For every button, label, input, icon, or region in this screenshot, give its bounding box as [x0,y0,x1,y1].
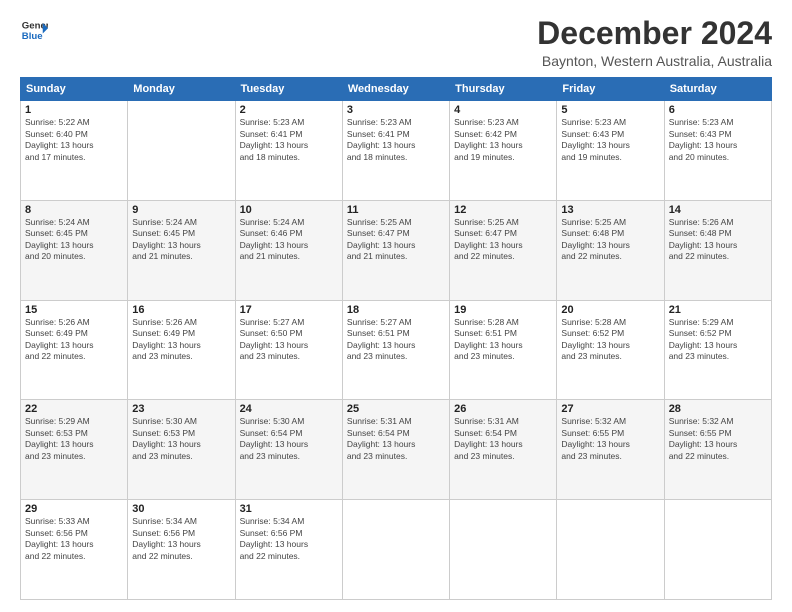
table-row: 10Sunrise: 5:24 AMSunset: 6:46 PMDayligh… [235,200,342,300]
table-row: 19Sunrise: 5:28 AMSunset: 6:51 PMDayligh… [450,300,557,400]
header-sunday: Sunday [21,78,128,101]
table-row: 13Sunrise: 5:25 AMSunset: 6:48 PMDayligh… [557,200,664,300]
table-row: 26Sunrise: 5:31 AMSunset: 6:54 PMDayligh… [450,400,557,500]
logo: General Blue [20,16,48,44]
svg-text:Blue: Blue [22,31,43,42]
table-row: 8Sunrise: 5:24 AMSunset: 6:45 PMDaylight… [21,200,128,300]
header-monday: Monday [128,78,235,101]
table-row: 21Sunrise: 5:29 AMSunset: 6:52 PMDayligh… [664,300,771,400]
header-saturday: Saturday [664,78,771,101]
main-title: December 2024 [537,16,772,51]
title-block: December 2024 Baynton, Western Australia… [537,16,772,69]
table-row [450,500,557,600]
table-row: 18Sunrise: 5:27 AMSunset: 6:51 PMDayligh… [342,300,449,400]
calendar-header-row: Sunday Monday Tuesday Wednesday Thursday… [21,78,772,101]
subtitle: Baynton, Western Australia, Australia [537,53,772,69]
table-row: 12Sunrise: 5:25 AMSunset: 6:47 PMDayligh… [450,200,557,300]
logo-icon: General Blue [20,16,48,44]
calendar-table: Sunday Monday Tuesday Wednesday Thursday… [20,77,772,600]
table-row [664,500,771,600]
table-row [128,101,235,201]
table-row [342,500,449,600]
table-row: 17Sunrise: 5:27 AMSunset: 6:50 PMDayligh… [235,300,342,400]
table-row: 22Sunrise: 5:29 AMSunset: 6:53 PMDayligh… [21,400,128,500]
table-row [557,500,664,600]
table-row: 9Sunrise: 5:24 AMSunset: 6:45 PMDaylight… [128,200,235,300]
table-row: 25Sunrise: 5:31 AMSunset: 6:54 PMDayligh… [342,400,449,500]
table-row: 29Sunrise: 5:33 AMSunset: 6:56 PMDayligh… [21,500,128,600]
table-row: 20Sunrise: 5:28 AMSunset: 6:52 PMDayligh… [557,300,664,400]
table-row: 2Sunrise: 5:23 AMSunset: 6:41 PMDaylight… [235,101,342,201]
table-row: 31Sunrise: 5:34 AMSunset: 6:56 PMDayligh… [235,500,342,600]
table-row: 23Sunrise: 5:30 AMSunset: 6:53 PMDayligh… [128,400,235,500]
table-row: 30Sunrise: 5:34 AMSunset: 6:56 PMDayligh… [128,500,235,600]
header-friday: Friday [557,78,664,101]
table-row: 5Sunrise: 5:23 AMSunset: 6:43 PMDaylight… [557,101,664,201]
header: General Blue December 2024 Baynton, West… [20,16,772,69]
table-row: 24Sunrise: 5:30 AMSunset: 6:54 PMDayligh… [235,400,342,500]
table-row: 28Sunrise: 5:32 AMSunset: 6:55 PMDayligh… [664,400,771,500]
header-wednesday: Wednesday [342,78,449,101]
table-row: 15Sunrise: 5:26 AMSunset: 6:49 PMDayligh… [21,300,128,400]
table-row: 16Sunrise: 5:26 AMSunset: 6:49 PMDayligh… [128,300,235,400]
table-row: 14Sunrise: 5:26 AMSunset: 6:48 PMDayligh… [664,200,771,300]
page: General Blue December 2024 Baynton, West… [0,0,792,612]
table-row: 27Sunrise: 5:32 AMSunset: 6:55 PMDayligh… [557,400,664,500]
table-row: 4Sunrise: 5:23 AMSunset: 6:42 PMDaylight… [450,101,557,201]
header-tuesday: Tuesday [235,78,342,101]
table-row: 11Sunrise: 5:25 AMSunset: 6:47 PMDayligh… [342,200,449,300]
table-row: 1Sunrise: 5:22 AMSunset: 6:40 PMDaylight… [21,101,128,201]
table-row: 6Sunrise: 5:23 AMSunset: 6:43 PMDaylight… [664,101,771,201]
header-thursday: Thursday [450,78,557,101]
table-row: 3Sunrise: 5:23 AMSunset: 6:41 PMDaylight… [342,101,449,201]
